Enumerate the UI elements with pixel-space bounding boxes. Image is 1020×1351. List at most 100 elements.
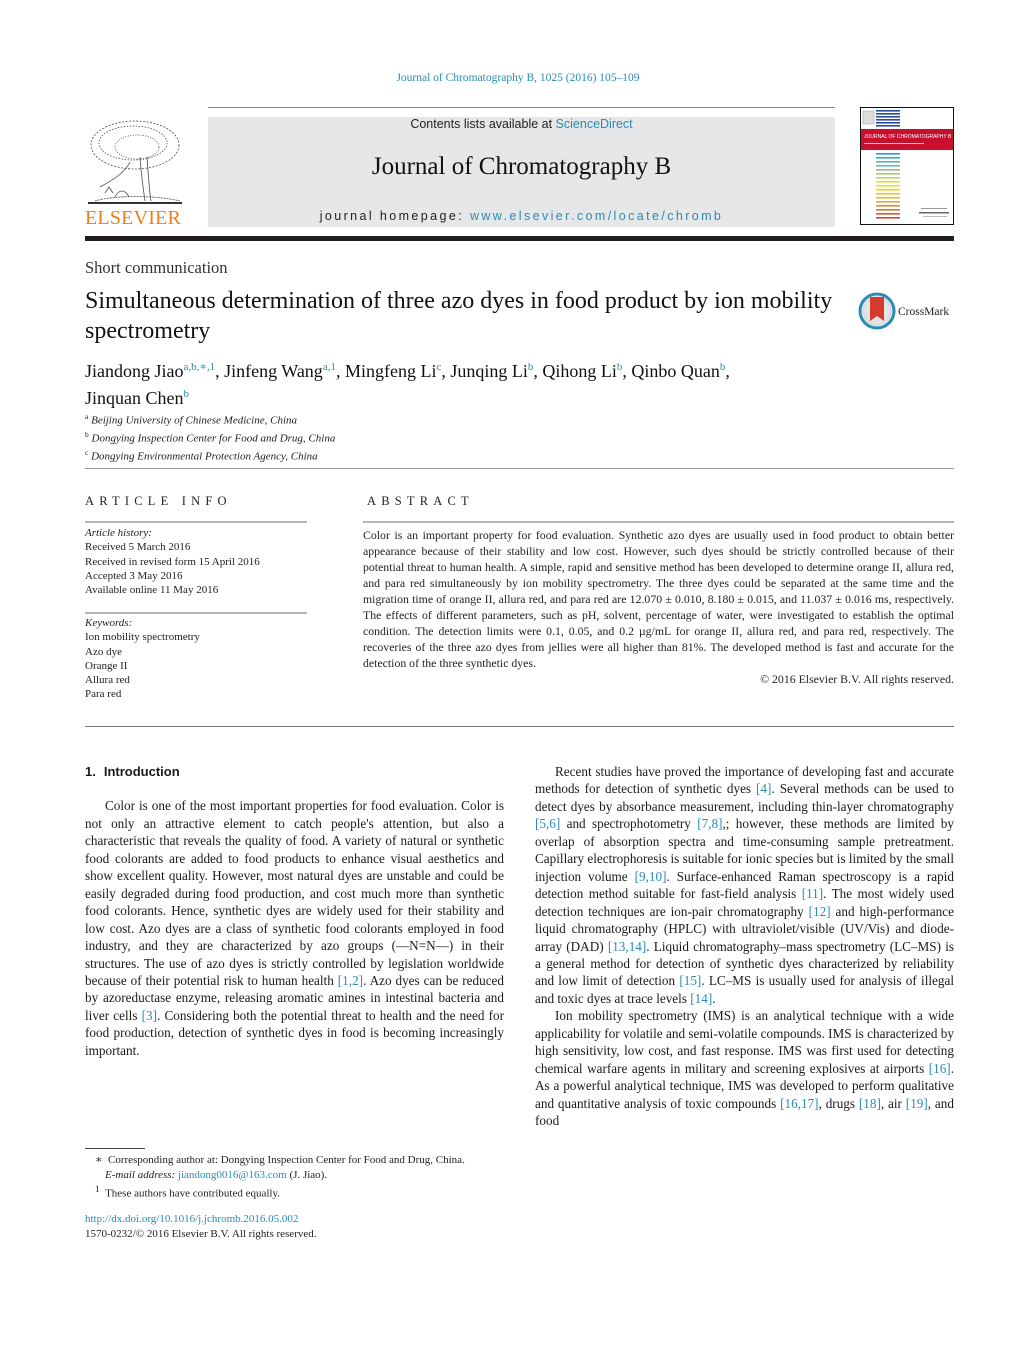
abstract-text: Color is an important property for food … xyxy=(363,528,954,670)
author-affiliation-marks[interactable]: b xyxy=(617,361,623,373)
affiliation-mark: a xyxy=(85,412,89,421)
cover-title-text: JOURNAL OF CHROMATOGRAPHY B xyxy=(864,134,952,140)
elsevier-wordmark: ELSEVIER xyxy=(85,207,182,229)
citation-link[interactable]: [15] xyxy=(679,973,701,988)
footnotes: ∗ Corresponding author at: Dongying Insp… xyxy=(85,1153,515,1201)
crossmark-label: CrossMark xyxy=(898,306,949,318)
abstract: Color is an important property for food … xyxy=(363,527,954,687)
section-title: Introduction xyxy=(103,764,180,779)
keywords-rule xyxy=(85,612,307,614)
article-history-label: Article history: xyxy=(85,527,152,539)
keyword: Para red xyxy=(85,688,122,701)
sciencedirect-link[interactable]: ScienceDirect xyxy=(556,117,633,131)
body-paragraph: Ion mobility spectrometry (IMS) is an an… xyxy=(535,1008,954,1129)
author: Jinfeng Wanga,1 xyxy=(224,361,336,381)
equal-contribution-footnote: 1 These authors have contributed equally… xyxy=(95,1184,280,1200)
keywords: Keywords: Ion mobility spectrometry Azo d… xyxy=(85,616,200,702)
article-type: Short communication xyxy=(85,258,228,277)
citation-link[interactable]: [18] xyxy=(859,1096,881,1111)
keyword: Azo dye xyxy=(85,645,122,658)
keyword-list: Ion mobility spectrometry Azo dye Orange I… xyxy=(85,630,200,701)
citation-link[interactable]: [7,8] xyxy=(697,816,722,831)
article-history: Article history: Received 5 March 2016 Re… xyxy=(85,526,260,597)
crossmark-button[interactable]: CrossMark xyxy=(858,291,958,331)
article-history-list: Received 5 March 2016 Received in revised… xyxy=(85,540,260,597)
citation-link[interactable]: [16,17] xyxy=(780,1096,818,1111)
citation-link[interactable]: [3] xyxy=(142,1008,157,1023)
author-affiliation-marks[interactable]: a,1 xyxy=(323,361,336,373)
body-column-right: Recent studies have proved the importanc… xyxy=(535,763,954,1130)
journal-citation-link[interactable]: Journal of Chromatography B, 1025 (2016)… xyxy=(0,72,1020,84)
article-title: Simultaneous determination of three azo … xyxy=(85,288,833,344)
journal-homepage-line: journal homepage: www.elsevier.com/locat… xyxy=(319,209,724,223)
journal-title: Journal of Chromatography B xyxy=(371,153,672,180)
article-info-rule xyxy=(85,521,307,523)
corresponding-author-footnote: ∗ Corresponding author at: Dongying Insp… xyxy=(95,1154,465,1166)
body-paragraph: Color is one of the most important prope… xyxy=(85,798,504,1058)
citation-link[interactable]: [4] xyxy=(756,781,771,796)
affiliation-text: Dongying Environmental Protection Agency… xyxy=(91,450,318,463)
header-rule xyxy=(208,107,835,108)
author-name: Jinquan Chen xyxy=(85,388,184,408)
affiliation-mark: c xyxy=(85,448,89,458)
keywords-label: Keywords: xyxy=(85,617,133,629)
keyword: Allura red xyxy=(85,674,130,687)
section-heading-introduction: 1. Introduction xyxy=(85,763,504,780)
email-footnote: E-mail address: jiandong0016@163.com (J.… xyxy=(105,1168,328,1181)
citation-link[interactable]: [11] xyxy=(802,886,823,901)
author: Qinbo Quanb xyxy=(631,361,725,381)
author-name: Qihong Li xyxy=(542,361,617,381)
author-affiliation-marks[interactable]: a,b,∗,1 xyxy=(184,361,216,373)
citation-link[interactable]: [16] xyxy=(929,1061,951,1076)
abstract-divider xyxy=(85,726,954,727)
history-item: Available online 11 May 2016 xyxy=(85,584,219,597)
keyword: Orange II xyxy=(85,659,128,672)
article-info-heading: ARTICLE INFO xyxy=(85,494,232,508)
doi-block: http://dx.doi.org/10.1016/j.jchromb.2016… xyxy=(85,1212,317,1241)
abstract-copyright: © 2016 Elsevier B.V. All rights reserved… xyxy=(760,672,954,686)
abstract-heading: ABSTRACT xyxy=(367,494,474,508)
author-name: Jinfeng Wang xyxy=(224,361,323,381)
author-name: Mingfeng Li xyxy=(344,361,437,381)
author-list: Jiandong Jiaoa,b,∗,1, Jinfeng Wanga,1, M… xyxy=(85,361,730,408)
author-affiliation-marks[interactable]: b xyxy=(528,361,534,373)
section-number: 1. xyxy=(85,764,96,779)
issn-copyright: 1570-0232/© 2016 Elsevier B.V. All right… xyxy=(85,1227,317,1240)
journal-cover-image-icon: JOURNAL OF CHROMATOGRAPHY B xyxy=(861,110,953,219)
author: Mingfeng Lic xyxy=(345,361,441,381)
author: Qihong Lib xyxy=(542,361,622,381)
author: Jiandong Jiaoa,b,∗,1 xyxy=(85,361,215,381)
section-divider xyxy=(85,468,954,469)
journal-cover-thumbnail[interactable]: JOURNAL OF CHROMATOGRAPHY B xyxy=(860,107,954,225)
citation-link[interactable]: [1,2] xyxy=(338,973,363,988)
citation-link[interactable]: [19] xyxy=(906,1096,928,1111)
journal-banner: Contents lists available at ScienceDirec… xyxy=(208,117,835,227)
author-affiliation-marks[interactable]: c xyxy=(436,361,441,373)
header-divider xyxy=(85,236,954,241)
citation-link[interactable]: [14] xyxy=(690,991,712,1006)
history-item: Accepted 3 May 2016 xyxy=(85,569,183,582)
journal-homepage-link[interactable]: www.elsevier.com/locate/chromb xyxy=(470,209,723,223)
doi-link[interactable]: http://dx.doi.org/10.1016/j.jchromb.2016… xyxy=(85,1212,317,1227)
author: Jinquan Chenb xyxy=(85,388,189,408)
author-affiliation-marks[interactable]: b xyxy=(184,388,190,400)
history-item: Received in revised form 15 April 2016 xyxy=(85,555,260,568)
history-item: Received 5 March 2016 xyxy=(85,541,191,554)
author-name: Junqing Li xyxy=(450,361,528,381)
citation-link[interactable]: [5,6] xyxy=(535,816,560,831)
citation-link[interactable]: [12] xyxy=(809,904,831,919)
citation-link[interactable]: [13,14] xyxy=(608,939,646,954)
email-link[interactable]: jiandong0016@163.com xyxy=(178,1169,287,1181)
affiliation: c Dongying Environmental Protection Agen… xyxy=(85,446,335,464)
body-column-left: 1. Introduction Color is one of the most … xyxy=(85,763,504,1059)
citation-link[interactable]: [9,10] xyxy=(635,869,667,884)
crossmark-icon xyxy=(858,292,896,330)
body-paragraph: Recent studies have proved the importanc… xyxy=(535,764,955,1006)
contents-line: Contents lists available at ScienceDirec… xyxy=(410,117,633,131)
affiliation-text: Dongying Inspection Center for Food and … xyxy=(91,432,336,445)
keyword: Ion mobility spectrometry xyxy=(85,631,200,644)
author-name: Qinbo Quan xyxy=(631,361,720,381)
author-name: Jiandong Jiao xyxy=(85,361,184,381)
author-affiliation-marks[interactable]: b xyxy=(720,361,726,373)
author: Junqing Lib xyxy=(450,361,533,381)
